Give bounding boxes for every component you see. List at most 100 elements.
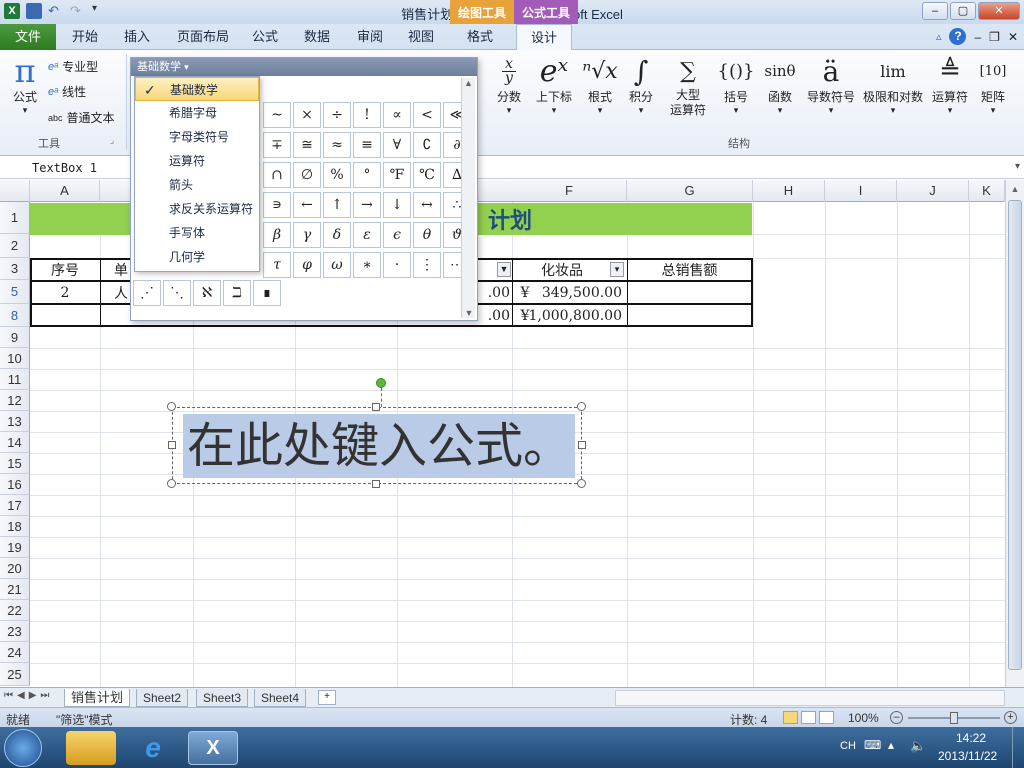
symbol-epsilon[interactable]: ε bbox=[353, 222, 381, 248]
symbol-arrow-left[interactable]: ← bbox=[293, 192, 321, 218]
linear-button[interactable]: eᵃ 线性 bbox=[48, 83, 86, 100]
tab-format[interactable]: 格式 bbox=[467, 24, 493, 50]
resize-handle-ne[interactable] bbox=[577, 402, 586, 411]
radical-button[interactable]: ⁿ√x 根式 ▾ bbox=[582, 54, 618, 118]
close-button[interactable]: ✕ bbox=[978, 2, 1020, 20]
row-header-3[interactable]: 3 bbox=[0, 258, 30, 280]
column-header-i[interactable]: I bbox=[825, 180, 897, 202]
row-header-22[interactable]: 22 bbox=[0, 600, 30, 621]
symbol-times[interactable]: × bbox=[293, 102, 321, 128]
row-header-23[interactable]: 23 bbox=[0, 621, 30, 642]
equation-textbox[interactable]: 在此处键入公式。 bbox=[172, 407, 582, 484]
cell-a5[interactable]: 2 bbox=[30, 282, 100, 304]
symbol-congruent[interactable]: ≅ bbox=[293, 132, 321, 158]
symbol-minus-plus[interactable]: ∓ bbox=[263, 132, 291, 158]
symbol-fahrenheit[interactable]: ℉ bbox=[383, 162, 411, 188]
column-header-k[interactable]: K bbox=[969, 180, 1005, 202]
symbol-factorial[interactable]: ! bbox=[353, 102, 381, 128]
symbol-gamma[interactable]: γ bbox=[293, 222, 321, 248]
resize-handle-e[interactable] bbox=[578, 441, 586, 449]
zoom-level[interactable]: 100% bbox=[848, 711, 879, 725]
row-header-1[interactable]: 1 bbox=[0, 202, 30, 234]
row-header-18[interactable]: 18 bbox=[0, 516, 30, 537]
tab-home[interactable]: 开始 bbox=[72, 24, 98, 50]
symbol-dot[interactable]: · bbox=[383, 252, 411, 278]
column-header-a[interactable]: A bbox=[30, 180, 100, 202]
scroll-up-icon[interactable]: ▲ bbox=[1006, 180, 1024, 198]
limit-log-button[interactable]: lim 极限和对数 ▾ bbox=[862, 54, 924, 118]
symbol-degree[interactable]: ° bbox=[353, 162, 381, 188]
row-header-16[interactable]: 16 bbox=[0, 474, 30, 495]
symbol-asterisk[interactable]: ∗ bbox=[353, 252, 381, 278]
symbol-beth[interactable]: ℶ bbox=[223, 280, 251, 306]
symbol-empty-set[interactable]: ∅ bbox=[293, 162, 321, 188]
bracket-button[interactable]: {()} 括号 ▾ bbox=[718, 54, 755, 118]
cell-f5[interactable]: 349,500.00 bbox=[532, 282, 622, 304]
formula-button[interactable]: π 公式 ▾ bbox=[8, 52, 42, 116]
resize-handle-s[interactable] bbox=[372, 480, 380, 488]
cell-e8[interactable]: .00 bbox=[478, 305, 510, 326]
excel-taskbar-icon[interactable]: X bbox=[188, 731, 238, 765]
symbol-phi[interactable]: φ bbox=[293, 252, 321, 278]
menu-item-operators[interactable]: 运算符 bbox=[135, 149, 259, 173]
tab-data[interactable]: 数据 bbox=[304, 24, 330, 50]
horizontal-scrollbar[interactable] bbox=[615, 690, 1005, 706]
filter-dropdown-icon[interactable]: ▾ bbox=[610, 262, 624, 277]
menu-item-scripts[interactable]: 手写体 bbox=[135, 221, 259, 245]
row-header-25[interactable]: 25 bbox=[0, 663, 30, 686]
normal-view-icon[interactable] bbox=[783, 711, 798, 724]
row-header-5[interactable]: 5 bbox=[0, 280, 30, 304]
sheet-tab-3[interactable]: Sheet3 bbox=[196, 689, 249, 707]
row-header-13[interactable]: 13 bbox=[0, 411, 30, 432]
tab-formulas[interactable]: 公式 bbox=[252, 24, 278, 50]
symbol-tau[interactable]: τ bbox=[263, 252, 291, 278]
menu-item-negated-relations[interactable]: 求反关系运算符 bbox=[135, 197, 259, 221]
symbol-vertical-ellipsis[interactable]: ⋮ bbox=[413, 252, 441, 278]
row-header-21[interactable]: 21 bbox=[0, 579, 30, 600]
matrix-button[interactable]: [10] 矩阵 ▾ bbox=[976, 54, 1010, 118]
tab-design[interactable]: 设计 bbox=[516, 24, 573, 51]
cell-f8[interactable]: 1,000,800.00 bbox=[528, 305, 622, 326]
symbol-arrow-down[interactable]: ↓ bbox=[383, 192, 411, 218]
fraction-button[interactable]: xy 分数 ▾ bbox=[492, 54, 526, 118]
large-operator-button[interactable]: ∑ 大型 运算符 bbox=[664, 54, 712, 118]
row-header-24[interactable]: 24 bbox=[0, 642, 30, 663]
plaintext-button[interactable]: abc 普通文本 bbox=[48, 109, 115, 126]
menu-item-arrows[interactable]: 箭头 bbox=[135, 173, 259, 197]
row-header-20[interactable]: 20 bbox=[0, 558, 30, 579]
sheet-nav-icon[interactable]: ⏮◀▶⏭ bbox=[4, 690, 53, 701]
maximize-button[interactable]: ▢ bbox=[950, 2, 976, 20]
tab-page-layout[interactable]: 页面布局 bbox=[177, 24, 229, 50]
gallery-scrollbar[interactable]: ▲ ▼ bbox=[461, 78, 475, 318]
resize-handle-n[interactable] bbox=[372, 403, 380, 411]
page-break-view-icon[interactable] bbox=[819, 711, 834, 724]
header-b[interactable]: 单 bbox=[110, 259, 132, 280]
doc-close-icon[interactable]: ✕ bbox=[1008, 30, 1018, 44]
menu-item-basic-math[interactable]: ✓ 基础数学 bbox=[135, 77, 259, 101]
sheet-title[interactable]: 计划 bbox=[470, 203, 550, 235]
language-indicator[interactable]: CH bbox=[840, 740, 856, 752]
equation-placeholder[interactable]: 在此处键入公式。 bbox=[183, 414, 576, 478]
doc-minimize-icon[interactable]: – bbox=[974, 30, 981, 44]
scroll-up-icon[interactable]: ▲ bbox=[462, 78, 475, 88]
sheet-tab-2[interactable]: Sheet2 bbox=[136, 689, 189, 707]
keyboard-icon[interactable]: ⌨ bbox=[864, 738, 881, 752]
accent-button[interactable]: ä 导数符号 ▾ bbox=[806, 54, 856, 118]
rotate-handle[interactable] bbox=[376, 378, 386, 388]
show-desktop-button[interactable] bbox=[1012, 727, 1024, 768]
resize-handle-se[interactable] bbox=[577, 479, 586, 488]
cell-b5[interactable]: 人 bbox=[110, 282, 132, 304]
symbol-contains[interactable]: ∍ bbox=[263, 192, 291, 218]
tray-expand-icon[interactable]: ▴ bbox=[888, 738, 894, 752]
volume-icon[interactable]: 🔈 bbox=[910, 738, 926, 754]
script-button[interactable]: eˣ 上下标 ▾ bbox=[532, 54, 576, 118]
sheet-tab-sales-plan[interactable]: 销售计划 bbox=[64, 689, 131, 707]
header-seq[interactable]: 序号 bbox=[30, 259, 100, 280]
row-header-12[interactable]: 12 bbox=[0, 390, 30, 411]
menu-item-letter-like[interactable]: 字母类符号 bbox=[135, 125, 259, 149]
symbol-theta[interactable]: θ bbox=[413, 222, 441, 248]
symbol-percent[interactable]: % bbox=[323, 162, 351, 188]
symbol-down-diagonal-ellipsis[interactable]: ⋱ bbox=[163, 280, 191, 306]
vertical-scrollbar[interactable]: ▲ bbox=[1005, 180, 1024, 687]
dialog-launcher-icon[interactable]: ⌟ bbox=[110, 135, 114, 146]
